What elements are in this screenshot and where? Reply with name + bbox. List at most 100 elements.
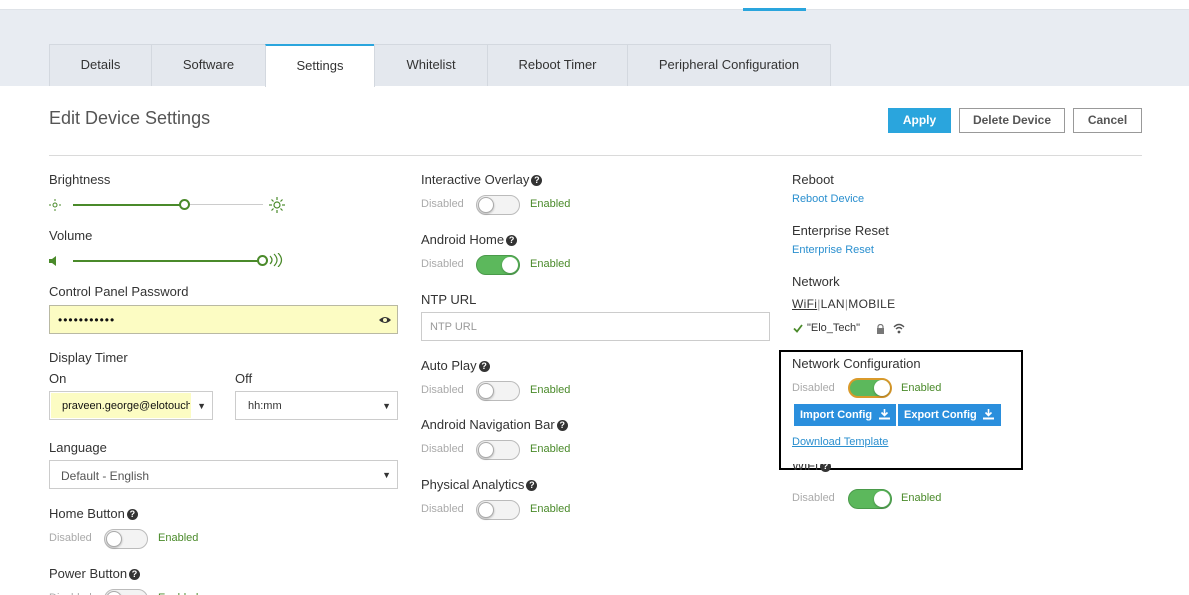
eye-icon[interactable] [379, 315, 391, 325]
power-button-toggle[interactable] [104, 589, 148, 595]
android-nav-bar-toggle[interactable] [476, 440, 520, 460]
divider [49, 155, 1142, 156]
page-title: Edit Device Settings [49, 108, 211, 128]
brightness-label: Brightness [49, 172, 111, 187]
export-config-button[interactable]: Export Config [898, 404, 1001, 426]
volume-slider-handle[interactable] [257, 255, 268, 266]
tab-details[interactable]: Details [49, 44, 152, 86]
network-mode-lan[interactable]: LAN [821, 297, 845, 311]
network-mode-wifi[interactable]: WiFi [792, 297, 817, 311]
brightness-slider-handle[interactable] [179, 199, 190, 210]
language-value: Default - English [61, 469, 150, 483]
download-icon [879, 409, 890, 420]
cancel-button[interactable]: Cancel [1073, 108, 1142, 133]
network-mode-mobile[interactable]: MOBILE [848, 297, 895, 311]
wifi-label: WiFi? [792, 464, 831, 478]
reboot-device-link[interactable]: Reboot Device [792, 193, 864, 205]
help-icon[interactable]: ? [556, 420, 568, 431]
apply-button[interactable]: Apply [888, 108, 951, 133]
tab-reboot-timer[interactable]: Reboot Timer [487, 44, 628, 86]
tab-settings[interactable]: Settings [265, 44, 375, 87]
display-timer-label: Display Timer [49, 350, 128, 365]
language-select[interactable]: Default - English ▼ [49, 460, 398, 489]
import-config-button[interactable]: Import Config [794, 404, 896, 426]
help-icon[interactable]: ? [531, 175, 543, 186]
help-icon[interactable]: ? [820, 464, 831, 472]
home-button-enabled-text: Enabled [158, 532, 199, 544]
help-icon[interactable]: ? [126, 509, 138, 520]
android-home-label: Android Home? [421, 232, 518, 247]
wifi-toggle[interactable] [848, 489, 892, 509]
brightness-fill [73, 204, 185, 206]
home-button-disabled-text: Disabled [49, 532, 92, 544]
home-button-toggle[interactable] [104, 529, 148, 549]
home-button-label: Home Button? [49, 506, 138, 521]
lock-icon [877, 324, 884, 334]
ntp-url-input[interactable]: NTP URL [421, 312, 770, 341]
auto-play-disabled-text: Disabled [421, 384, 464, 396]
interactive-overlay-toggle[interactable] [476, 195, 520, 215]
android-nav-bar-label: Android Navigation Bar? [421, 417, 568, 432]
enterprise-reset-label: Enterprise Reset [792, 223, 889, 238]
network-configuration-label: Network Configuration [792, 356, 921, 371]
network-configuration-toggle[interactable] [848, 378, 892, 398]
auto-play-label: Auto Play? [421, 358, 490, 373]
android-home-enabled-text: Enabled [530, 258, 571, 270]
tab-bar: Details Software Settings Whitelist Rebo… [49, 44, 831, 87]
network-configuration-disabled-text: Disabled [792, 382, 835, 394]
help-icon[interactable]: ? [478, 361, 490, 372]
auto-play-toggle[interactable] [476, 381, 520, 401]
reboot-label: Reboot [792, 172, 834, 187]
wifi-disabled-text: Disabled [792, 492, 835, 504]
power-button-label: Power Button? [49, 566, 141, 581]
chevron-down-icon: ▼ [382, 469, 391, 480]
volume-fill [73, 260, 263, 262]
brightness-high-icon [269, 197, 285, 213]
header-accent [743, 8, 806, 11]
enterprise-reset-link[interactable]: Enterprise Reset [792, 244, 874, 256]
physical-analytics-disabled-text: Disabled [421, 503, 464, 515]
language-label: Language [49, 440, 107, 455]
tab-software[interactable]: Software [151, 44, 266, 86]
brightness-low-icon [49, 199, 61, 211]
chevron-down-icon: ▼ [197, 400, 206, 411]
volume-high-icon [269, 253, 283, 267]
control-panel-password-label: Control Panel Password [49, 284, 189, 299]
tab-peripheral-configuration[interactable]: Peripheral Configuration [627, 44, 831, 86]
interactive-overlay-enabled-text: Enabled [530, 198, 571, 210]
physical-analytics-toggle[interactable] [476, 500, 520, 520]
display-timer-on-value: praveen.george@elotouch [62, 400, 190, 412]
tab-whitelist[interactable]: Whitelist [374, 44, 488, 86]
interactive-overlay-disabled-text: Disabled [421, 198, 464, 210]
wifi-ssid[interactable]: "Elo_Tech" [807, 322, 860, 334]
android-home-disabled-text: Disabled [421, 258, 464, 270]
control-panel-password-input[interactable]: ••••••••••• [49, 305, 398, 334]
help-icon[interactable]: ? [526, 480, 538, 491]
interactive-overlay-label: Interactive Overlay? [421, 172, 543, 187]
help-icon[interactable]: ? [506, 235, 518, 246]
wifi-signal-icon [893, 323, 905, 334]
chevron-down-icon: ▼ [382, 400, 391, 411]
check-icon [793, 324, 803, 333]
physical-analytics-label: Physical Analytics? [421, 477, 538, 492]
password-value: ••••••••••• [58, 313, 116, 327]
wifi-enabled-text: Enabled [901, 492, 942, 504]
download-template-link[interactable]: Download Template [792, 436, 888, 448]
help-icon[interactable]: ? [129, 569, 141, 580]
display-timer-on-select[interactable]: praveen.george@elotouch ▼ [49, 391, 213, 420]
network-mode-tabs: WiFi|LAN|MOBILE [792, 297, 896, 311]
display-timer-off-select[interactable]: hh:mm ▼ [235, 391, 398, 420]
delete-device-button[interactable]: Delete Device [959, 108, 1065, 133]
display-timer-off-value: hh:mm [248, 400, 282, 412]
ntp-url-placeholder: NTP URL [430, 321, 477, 333]
physical-analytics-enabled-text: Enabled [530, 503, 571, 515]
auto-play-enabled-text: Enabled [530, 384, 571, 396]
header-bar [0, 0, 1189, 10]
download-icon [983, 409, 994, 420]
android-home-toggle[interactable] [476, 255, 520, 275]
android-nav-bar-disabled-text: Disabled [421, 443, 464, 455]
volume-low-icon [49, 256, 56, 266]
network-configuration-enabled-text: Enabled [901, 382, 942, 394]
android-nav-bar-enabled-text: Enabled [530, 443, 571, 455]
display-timer-off-label: Off [235, 371, 253, 386]
